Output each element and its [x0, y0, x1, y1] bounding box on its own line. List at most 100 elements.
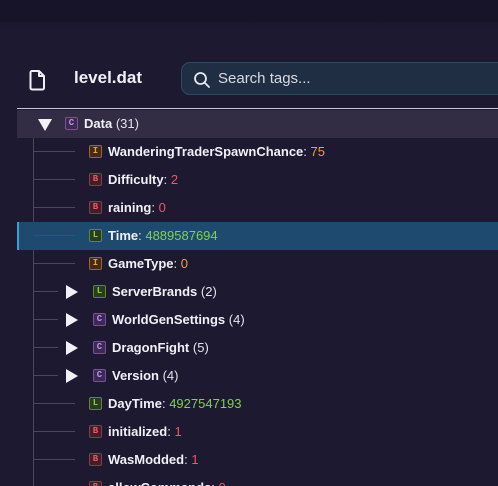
tag-value: 0	[158, 200, 166, 215]
tag-name: WorldGenSettings	[112, 312, 226, 327]
tree-connector-line	[34, 375, 58, 376]
byte-type-icon: B	[89, 173, 102, 186]
tree-root-row[interactable]: C Data (31)	[17, 110, 498, 138]
tree-row-label: DayTime: 4927547193	[108, 396, 242, 411]
tree-connector-line	[34, 291, 58, 292]
tree-row-label: Difficulty: 2	[108, 172, 178, 187]
nbt-tree: C Data (31) I WanderingTraderSpawnChance:…	[17, 110, 498, 486]
tag-count: (5)	[192, 340, 209, 355]
tree-row[interactable]: Braining: 0	[17, 194, 498, 222]
tree-row-label: WasModded: 1	[108, 452, 199, 467]
tag-separator: :	[173, 256, 181, 271]
tag-count: (4)	[228, 312, 245, 327]
tree-row[interactable]: C DragonFight (5)	[17, 334, 498, 362]
tag-name: Data	[84, 116, 113, 131]
tree-row[interactable]: L ServerBrands (2)	[17, 278, 498, 306]
tree-connector-line	[34, 403, 75, 404]
tree-row-label: raining: 0	[108, 200, 166, 215]
compound-type-icon: C	[65, 117, 78, 130]
tree-row[interactable]: L Time: 4889587694	[17, 222, 498, 250]
tree-connector-line	[34, 179, 75, 180]
expand-icon[interactable]	[66, 341, 78, 355]
tree-row[interactable]: I GameType: 0	[17, 250, 498, 278]
tree-row-label: DragonFight (5)	[112, 340, 209, 355]
tree-row-label: initialized: 1	[108, 424, 182, 439]
app-frame: level.dat C Data (31) I WanderingTraderSp…	[0, 0, 498, 486]
tree-row-label: allowCommands: 0	[108, 480, 226, 486]
compound-type-icon: C	[93, 369, 106, 382]
tree-root-label: Data (31)	[84, 116, 139, 131]
byte-type-icon: B	[89, 453, 102, 466]
tag-name: Time	[108, 228, 139, 243]
tree-connector-line	[34, 347, 58, 348]
int-type-icon: I	[89, 145, 102, 158]
int-type-icon: I	[89, 257, 102, 270]
tag-name: allowCommands	[108, 480, 211, 486]
tree-row-label: WanderingTraderSpawnChance: 75	[108, 144, 325, 159]
tree-row[interactable]: C WorldGenSettings (4)	[17, 306, 498, 334]
title-bar	[0, 0, 498, 22]
tag-separator: :	[211, 480, 218, 486]
tag-value: 75	[310, 144, 325, 159]
tag-name: DayTime	[108, 396, 162, 411]
tree-connector-line	[34, 207, 75, 208]
tag-name: WanderingTraderSpawnChance	[108, 144, 304, 159]
tag-value: 1	[191, 452, 199, 467]
tag-name: DragonFight	[112, 340, 190, 355]
byte-type-icon: B	[89, 201, 102, 214]
tag-name: initialized	[108, 424, 168, 439]
tree-connector-line	[34, 459, 75, 460]
tree-connector-line	[34, 235, 75, 236]
tree-row[interactable]: L DayTime: 4927547193	[17, 390, 498, 418]
tag-separator: :	[303, 144, 311, 159]
tree-row-label: WorldGenSettings (4)	[112, 312, 245, 327]
tree-row[interactable]: I WanderingTraderSpawnChance: 75	[17, 138, 498, 166]
file-title: level.dat	[74, 68, 143, 87]
tag-separator: :	[163, 172, 171, 187]
tree-connector-line	[34, 263, 75, 264]
file-icon	[28, 69, 48, 91]
tree-row-label: Version (4)	[112, 368, 178, 383]
expand-icon[interactable]	[66, 369, 78, 383]
tag-name: ServerBrands	[112, 284, 198, 299]
tree-row-label: Time: 4889587694	[108, 228, 218, 243]
compound-type-icon: C	[93, 313, 106, 326]
tag-name: Difficulty	[108, 172, 164, 187]
tree-row-label: ServerBrands (2)	[112, 284, 217, 299]
list-long-type-icon: L	[89, 397, 102, 410]
tree-row[interactable]: B Difficulty: 2	[17, 166, 498, 194]
title-bar-shadow	[0, 22, 498, 32]
tag-value: 2	[170, 172, 179, 187]
tree-row[interactable]: Binitialized: 1	[17, 418, 498, 446]
search-icon	[193, 71, 211, 89]
expand-icon[interactable]	[66, 313, 78, 327]
byte-type-icon: B	[89, 481, 102, 486]
list-long-type-icon: L	[93, 285, 106, 298]
tree-row[interactable]: C Version (4)	[17, 362, 498, 390]
tag-value: 1	[174, 424, 182, 439]
search-input[interactable]	[218, 63, 498, 94]
header-divider	[17, 108, 498, 109]
tag-count: (4)	[162, 368, 179, 383]
tag-count: (2)	[200, 284, 217, 299]
byte-type-icon: B	[89, 425, 102, 438]
expand-icon[interactable]	[66, 285, 78, 299]
collapse-icon[interactable]	[38, 119, 52, 131]
tree-row[interactable]: B WasModded: 1	[17, 446, 498, 474]
tree-connector-line	[34, 319, 58, 320]
tag-count: (31)	[115, 116, 139, 131]
compound-type-icon: C	[93, 341, 106, 354]
tag-value: 0	[219, 480, 226, 486]
tag-name: Version	[112, 368, 159, 383]
tag-value: 4927547193	[169, 396, 242, 411]
search-box[interactable]	[181, 62, 498, 95]
tag-separator: :	[151, 200, 159, 215]
tag-value: 4889587694	[145, 228, 218, 243]
tag-name: GameType	[108, 256, 174, 271]
tag-value: 0	[180, 256, 188, 271]
tree-connector-line	[34, 151, 75, 152]
tree-row[interactable]: BallowCommands: 0	[17, 474, 498, 486]
file-header: level.dat	[0, 56, 498, 104]
tree-connector-line	[34, 431, 75, 432]
tag-name: WasModded	[108, 452, 185, 467]
